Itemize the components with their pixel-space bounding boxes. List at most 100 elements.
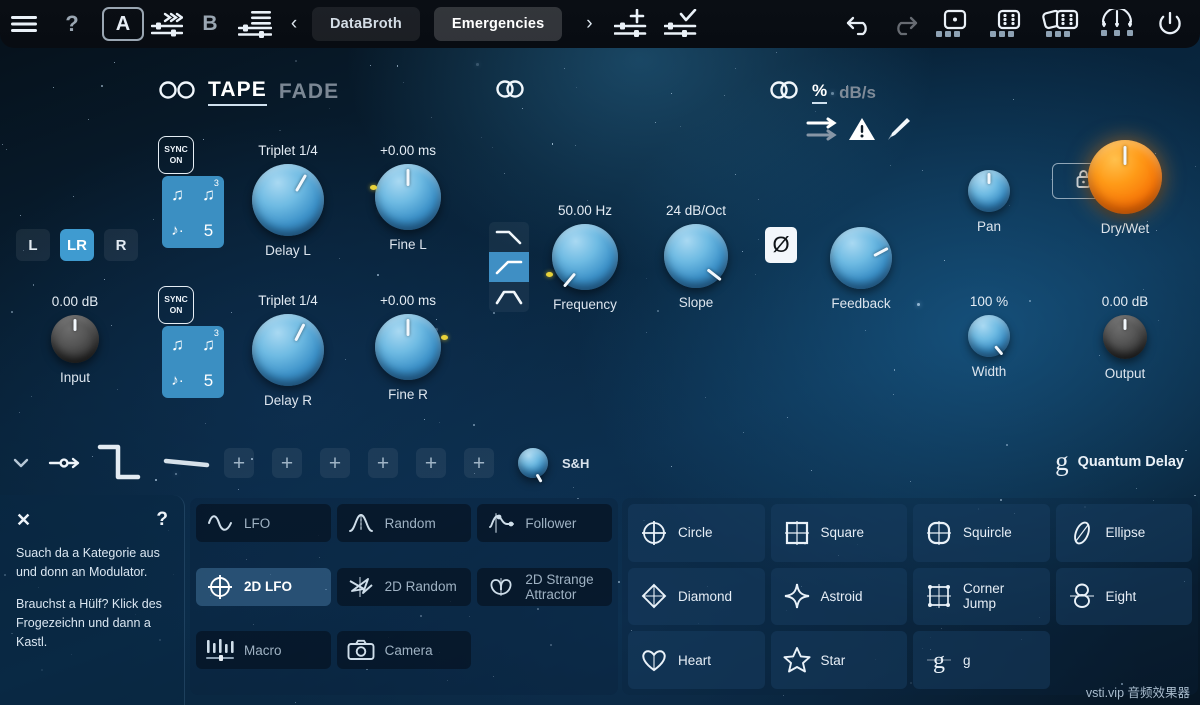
stereo-link-toggle[interactable] xyxy=(494,79,526,104)
modulator-slot-2[interactable] xyxy=(272,448,302,478)
ab-slot-b-button[interactable]: B xyxy=(190,0,230,48)
help-icon[interactable]: ? xyxy=(48,0,96,48)
modulation-route-icon[interactable] xyxy=(42,455,90,471)
shape-astroid[interactable]: Astroid xyxy=(770,567,907,626)
pan-knob[interactable] xyxy=(968,170,1010,212)
shape-squircle[interactable]: Squircle xyxy=(913,504,1050,562)
division-triplet-l[interactable]: ♫ 3 xyxy=(202,178,219,203)
frequency-knob[interactable] xyxy=(552,224,618,290)
chevron-down-icon[interactable] xyxy=(0,458,42,468)
star-shape-icon xyxy=(781,646,813,674)
channel-button-r[interactable]: R xyxy=(104,229,138,261)
preset-prev-button[interactable]: ‹ xyxy=(280,13,308,35)
mode-tape-label[interactable]: TAPE xyxy=(208,78,267,106)
category-follower[interactable]: Follower xyxy=(477,504,612,542)
division-note-r[interactable]: ♫ xyxy=(171,336,184,353)
shape-eight[interactable]: Eight xyxy=(1055,567,1192,626)
channel-button-l[interactable]: L xyxy=(16,229,50,261)
shape-star[interactable]: Star xyxy=(770,631,907,689)
ab-slot-a-button[interactable]: A xyxy=(102,7,144,41)
category-label: 2D Random xyxy=(384,579,457,595)
unit-percent-label[interactable]: % xyxy=(812,81,828,104)
fine-r-knob-value: +0.00 ms xyxy=(380,293,436,308)
redo-arrow-icon[interactable] xyxy=(882,0,926,48)
mode-fade-label[interactable]: FADE xyxy=(279,80,339,104)
division-dotted-r[interactable]: ♪· xyxy=(171,373,184,388)
shape-square[interactable]: Square xyxy=(770,504,907,562)
phase-invert-button[interactable]: Ø xyxy=(765,227,797,263)
slope-knob[interactable] xyxy=(664,224,728,288)
category-camera[interactable]: Camera xyxy=(336,631,472,670)
sync-button-r[interactable]: SYNC ON xyxy=(158,286,194,324)
category-lfo[interactable]: LFO xyxy=(196,504,331,542)
width-knob[interactable] xyxy=(968,315,1010,357)
shape-g[interactable]: g g xyxy=(913,631,1050,689)
category-2d-lfo[interactable]: 2D LFO xyxy=(196,567,331,606)
category-macro[interactable]: Macro xyxy=(196,631,331,670)
shape-corner-jump[interactable]: Corner Jump xyxy=(913,567,1050,626)
shape-heart[interactable]: Heart xyxy=(628,631,765,689)
modulator-slot-6[interactable] xyxy=(464,448,494,478)
double-arrow-icon[interactable] xyxy=(806,116,840,147)
hamburger-icon[interactable] xyxy=(0,0,48,48)
unit-dbs-label[interactable]: dB/s xyxy=(839,83,876,103)
drywet-knob[interactable] xyxy=(1088,140,1162,214)
dice-six-icon[interactable] xyxy=(980,0,1034,48)
output-knob[interactable] xyxy=(1103,315,1147,359)
knife-icon[interactable] xyxy=(884,116,912,147)
help-question-icon[interactable]: ? xyxy=(156,509,168,531)
flat-line-icon[interactable] xyxy=(156,456,218,470)
close-x-icon[interactable]: ✕ xyxy=(16,510,31,531)
shape-ellipse[interactable]: Ellipse xyxy=(1055,504,1192,562)
category-random[interactable]: Random xyxy=(336,504,472,542)
two-circles-unlinked-icon[interactable] xyxy=(158,80,196,105)
preset-button-right[interactable]: Emergencies xyxy=(433,7,563,41)
channel-button-lr[interactable]: LR xyxy=(60,229,94,261)
delay-l-knob[interactable] xyxy=(252,164,324,236)
sync-button-l[interactable]: SYNC ON xyxy=(158,136,194,174)
sliders-plus-icon[interactable] xyxy=(606,0,656,48)
unit-header: % dB/s xyxy=(768,80,876,105)
fine-r-knob-group: +0.00 ms Fine R xyxy=(360,293,456,402)
modulator-slot-4[interactable] xyxy=(368,448,398,478)
preset-button-left[interactable]: DataBroth xyxy=(312,7,420,41)
feedback-knob[interactable] xyxy=(830,227,892,289)
undo-arrow-icon[interactable] xyxy=(838,0,882,48)
power-icon[interactable] xyxy=(1144,0,1196,48)
two-circles-linked-icon[interactable] xyxy=(768,80,800,105)
division-grid-r[interactable]: ♫ ♫ 3 ♪· 5 xyxy=(162,326,224,398)
highpass-icon[interactable] xyxy=(489,252,529,282)
bell-curve-icon xyxy=(346,513,376,533)
fine-r-knob[interactable] xyxy=(375,314,441,380)
shape-diamond[interactable]: Diamond xyxy=(628,567,765,626)
shape-circle[interactable]: Circle xyxy=(628,504,765,562)
two-circles-linked-icon[interactable] xyxy=(494,79,526,104)
category-2d-random[interactable]: 2D Random xyxy=(336,567,472,606)
division-grid-l[interactable]: ♫ ♫ 3 ♪· 5 xyxy=(162,176,224,248)
sliders-check-icon[interactable] xyxy=(656,0,706,48)
sliders-list-icon[interactable] xyxy=(230,0,280,48)
dice-one-icon[interactable] xyxy=(926,0,980,48)
input-knob[interactable] xyxy=(51,315,99,363)
fine-r-knob-label: Fine R xyxy=(388,387,428,402)
preset-next-button[interactable]: › xyxy=(572,13,606,35)
modulator-slot-1[interactable] xyxy=(224,448,254,478)
double-dice-icon[interactable] xyxy=(1034,0,1090,48)
division-triplet-r[interactable]: ♫ 3 xyxy=(202,328,219,353)
warning-triangle-icon[interactable] xyxy=(848,116,876,147)
modulator-slot-3[interactable] xyxy=(320,448,350,478)
division-quintuplet-l[interactable]: 5 xyxy=(204,222,213,239)
sh-modulator-knob[interactable] xyxy=(518,448,548,483)
step-wave-icon[interactable] xyxy=(90,443,156,483)
category-2d-strange-attractor[interactable]: 2D Strange Attractor xyxy=(477,567,612,606)
fine-l-knob[interactable] xyxy=(375,164,441,230)
lowpass-icon[interactable] xyxy=(489,222,529,252)
modulator-slot-5[interactable] xyxy=(416,448,446,478)
spread-random-icon[interactable] xyxy=(1090,0,1144,48)
sliders-arrow-icon[interactable] xyxy=(144,0,190,48)
division-dotted-l[interactable]: ♪· xyxy=(171,223,184,238)
bandpass-icon[interactable] xyxy=(489,282,529,312)
delay-r-knob[interactable] xyxy=(252,314,324,386)
division-quintuplet-r[interactable]: 5 xyxy=(204,372,213,389)
division-note-l[interactable]: ♫ xyxy=(171,186,184,203)
